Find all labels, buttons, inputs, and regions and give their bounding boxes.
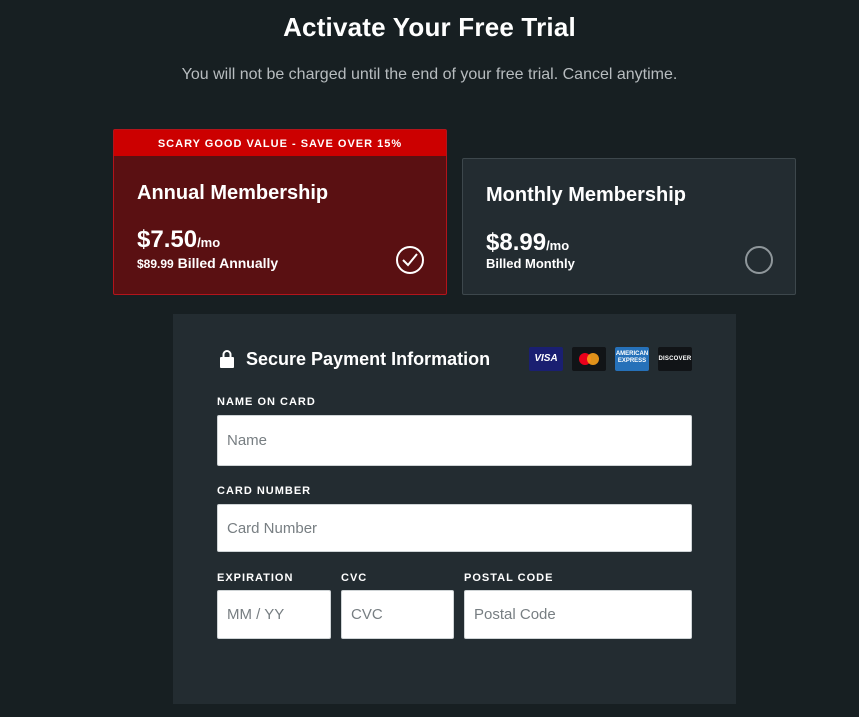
annual-billed-text: Billed Annually	[177, 255, 279, 271]
name-on-card-input[interactable]	[217, 415, 692, 466]
payment-panel: Secure Payment Information VISA AMERICAN…	[173, 314, 736, 704]
expiration-label: EXPIRATION	[217, 572, 294, 584]
checkmark-icon	[402, 253, 418, 267]
annual-price: $7.50/mo	[137, 226, 220, 254]
amex-icon: AMERICAN EXPRESS	[615, 347, 649, 371]
expiration-input[interactable]	[217, 590, 331, 639]
card-number-input[interactable]	[217, 504, 692, 552]
visa-icon: VISA	[529, 347, 563, 371]
monthly-price-value: $8.99	[486, 229, 547, 256]
selected-check-icon[interactable]	[396, 246, 424, 274]
monthly-plan-card[interactable]: Monthly Membership $8.99/mo Billed Month…	[462, 158, 796, 295]
lock-icon	[220, 350, 234, 368]
annual-plan-card[interactable]: SCARY GOOD VALUE - SAVE OVER 15% Annual …	[113, 129, 447, 295]
page-subtitle: You will not be charged until the end of…	[181, 66, 678, 83]
payment-title: Secure Payment Information	[246, 349, 491, 369]
annual-billed-amount: $89.99	[137, 257, 174, 271]
discover-icon: DISCOVER	[658, 347, 692, 371]
monthly-price: $8.99/mo	[486, 229, 569, 257]
annual-price-value: $7.50	[137, 226, 198, 253]
page-title: Activate Your Free Trial	[283, 12, 576, 42]
unselected-radio-icon[interactable]	[745, 246, 773, 274]
cvc-input[interactable]	[341, 590, 454, 639]
mastercard-icon	[572, 347, 606, 371]
annual-plan-name: Annual Membership	[137, 182, 329, 204]
card-number-label: CARD NUMBER	[217, 485, 312, 497]
monthly-billed-text: Billed Monthly	[486, 256, 575, 271]
cvc-label: CVC	[341, 572, 368, 584]
monthly-price-unit: /mo	[546, 238, 570, 253]
annual-price-unit: /mo	[197, 235, 221, 250]
name-on-card-label: NAME ON CARD	[217, 396, 316, 408]
savings-banner: SCARY GOOD VALUE - SAVE OVER 15%	[114, 130, 446, 156]
postal-code-input[interactable]	[464, 590, 692, 639]
monthly-plan-name: Monthly Membership	[486, 184, 687, 206]
annual-billing: $89.99 Billed Annually	[137, 255, 278, 271]
postal-code-label: POSTAL CODE	[464, 572, 554, 584]
